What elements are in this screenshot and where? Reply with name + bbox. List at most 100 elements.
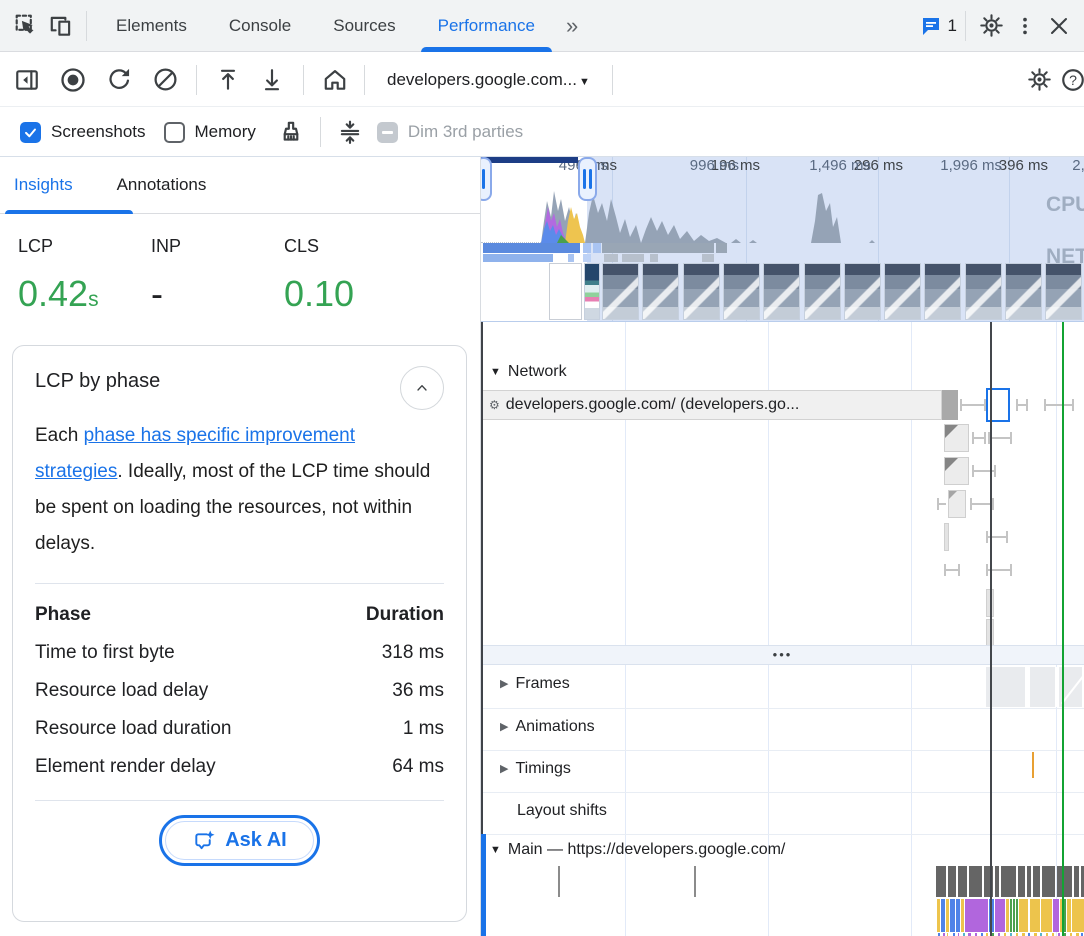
track-frames[interactable]: ▶Frames: [500, 675, 570, 693]
filmstrip-thumbnail[interactable]: [884, 263, 921, 320]
download-profile-icon[interactable]: [255, 63, 289, 97]
flame-activity-segment[interactable]: [1041, 899, 1052, 932]
flame-task-segment[interactable]: [1001, 866, 1016, 897]
tab-performance[interactable]: Performance: [417, 0, 556, 52]
flame-task-segment[interactable]: [969, 866, 982, 897]
selection-right-handle[interactable]: [578, 157, 597, 201]
collapse-tracks-icon[interactable]: [333, 115, 367, 149]
inspect-element-icon[interactable]: [10, 9, 44, 43]
collapse-triangle-icon[interactable]: ▼: [490, 366, 501, 378]
filmstrip-thumbnail[interactable]: [844, 263, 881, 320]
flame-task-segment[interactable]: [1074, 866, 1079, 897]
flame-activity-segment[interactable]: [1006, 899, 1009, 932]
filmstrip-thumbnail[interactable]: [924, 263, 961, 320]
flame-task-segment[interactable]: [1033, 866, 1040, 897]
clear-icon[interactable]: [148, 63, 182, 97]
upload-profile-icon[interactable]: [211, 63, 245, 97]
expand-triangle-icon[interactable]: ▶: [500, 763, 508, 775]
network-request-bar[interactable]: [944, 424, 969, 452]
home-icon[interactable]: [318, 63, 352, 97]
memory-checkbox[interactable]: [164, 122, 185, 143]
flame-task-segment[interactable]: [1018, 866, 1025, 897]
flame-activity-segment[interactable]: [941, 899, 945, 932]
flame-activity-segment[interactable]: [937, 899, 940, 932]
expand-triangle-icon[interactable]: ▶: [500, 678, 508, 690]
filmstrip-thumbnail[interactable]: [1005, 263, 1042, 320]
timing-marker[interactable]: [1032, 752, 1034, 778]
flame-activity-segment[interactable]: [1072, 899, 1084, 932]
flame-task-segment[interactable]: [936, 866, 946, 897]
filmstrip-thumbnail[interactable]: [584, 263, 600, 320]
timeline-overview-minimap[interactable]: 496 ms996 ms1,496 ms1,996 ms2,496 msCPUN…: [481, 157, 1084, 321]
network-request-bar[interactable]: [948, 490, 966, 518]
filmstrip-thumbnail[interactable]: [1045, 263, 1082, 320]
flame-activity-segment[interactable]: [1010, 899, 1012, 932]
collapse-triangle-icon[interactable]: ▼: [490, 844, 501, 856]
tab-sources[interactable]: Sources: [312, 0, 416, 52]
filmstrip-thumbnail[interactable]: [642, 263, 679, 320]
flame-task-segment[interactable]: [984, 866, 993, 897]
filmstrip-thumbnail[interactable]: [804, 263, 841, 320]
tab-elements[interactable]: Elements: [95, 0, 208, 52]
network-request-bar[interactable]: [944, 523, 949, 551]
flame-activity-segment[interactable]: [1064, 899, 1066, 932]
flame-task-segment[interactable]: [1064, 866, 1072, 897]
flame-activity-segment[interactable]: [1019, 899, 1028, 932]
flame-task-segment[interactable]: [995, 866, 999, 897]
tab-insights[interactable]: Insights: [14, 175, 73, 195]
filmstrip-thumbnail[interactable]: [763, 263, 800, 320]
track-layout-shifts[interactable]: Layout shifts: [517, 802, 607, 820]
flame-activity-segment[interactable]: [965, 899, 988, 932]
flame-task-segment[interactable]: [958, 866, 967, 897]
flame-activity-segment[interactable]: [950, 899, 955, 932]
collapse-card-button[interactable]: [400, 366, 444, 410]
close-devtools-icon[interactable]: [1042, 9, 1076, 43]
track-network[interactable]: ▼Network: [490, 363, 567, 381]
record-and-reload-icon[interactable]: [102, 63, 136, 97]
flame-activity-segment[interactable]: [1016, 899, 1018, 932]
more-tabs-icon[interactable]: »: [556, 13, 586, 39]
device-toolbar-icon[interactable]: [44, 9, 78, 43]
flame-task-segment[interactable]: [1042, 866, 1055, 897]
flame-task-segment[interactable]: [1027, 866, 1031, 897]
tab-console[interactable]: Console: [208, 0, 312, 52]
tab-annotations[interactable]: Annotations: [117, 175, 207, 195]
filmstrip-thumbnail[interactable]: [723, 263, 760, 320]
flame-activity-segment[interactable]: [961, 899, 964, 932]
flame-activity-segment[interactable]: [1053, 899, 1059, 932]
expand-triangle-icon[interactable]: ▶: [500, 721, 508, 733]
frame-block[interactable]: [1030, 667, 1057, 707]
flame-task-segment[interactable]: [948, 866, 956, 897]
flame-activity-segment[interactable]: [946, 899, 949, 932]
flame-activity-segment[interactable]: [995, 899, 1005, 932]
profile-history-selector[interactable]: developers.google.com...▼: [377, 70, 600, 90]
playhead-line[interactable]: [990, 322, 992, 936]
help-icon[interactable]: ?: [1056, 63, 1084, 97]
filmstrip-thumbnail[interactable]: [602, 263, 639, 320]
filmstrip-thumbnail[interactable]: [683, 263, 720, 320]
filmstrip-thumbnail[interactable]: [549, 263, 582, 320]
flame-activity-segment[interactable]: [1030, 899, 1040, 932]
toggle-sidebar-icon[interactable]: [10, 63, 44, 97]
flame-activity-segment[interactable]: [1067, 899, 1071, 932]
track-main[interactable]: ▼Main — https://developers.google.com/: [490, 841, 785, 859]
kebab-menu-icon[interactable]: [1008, 9, 1042, 43]
track-timings[interactable]: ▶Timings: [500, 760, 571, 778]
flame-activity-segment[interactable]: [1013, 899, 1015, 932]
screenshots-checkbox[interactable]: [20, 122, 41, 143]
issues-counter[interactable]: 1: [919, 9, 957, 43]
network-request-bar[interactable]: ⚙developers.google.com/ (developers.go..…: [482, 390, 942, 420]
network-request-bar[interactable]: [944, 457, 969, 485]
track-animations[interactable]: ▶Animations: [500, 718, 595, 736]
frame-block[interactable]: [986, 667, 1027, 707]
network-track-resizer[interactable]: •••: [481, 645, 1084, 665]
selection-left-handle[interactable]: [481, 157, 492, 201]
settings-gear-icon[interactable]: [974, 9, 1008, 43]
record-icon[interactable]: [56, 63, 90, 97]
filmstrip-thumbnail[interactable]: [965, 263, 1002, 320]
network-request-label: developers.google.com/ (developers.go...: [506, 396, 800, 414]
ask-ai-button[interactable]: Ask AI: [159, 815, 320, 866]
garbage-collect-icon[interactable]: [274, 115, 308, 149]
capture-settings-gear-icon[interactable]: [1022, 63, 1056, 97]
flame-activity-segment[interactable]: [956, 899, 960, 932]
